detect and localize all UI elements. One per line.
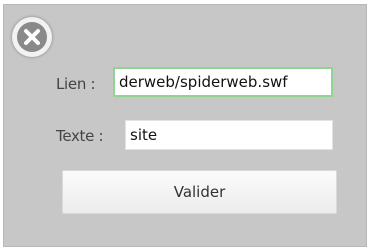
- text-label: Texte :: [56, 127, 104, 145]
- submit-button[interactable]: Valider: [62, 170, 337, 214]
- close-icon: [17, 22, 47, 52]
- link-label: Lien :: [56, 75, 96, 93]
- close-button[interactable]: [12, 17, 52, 57]
- link-dialog: Lien : Texte : Valider: [3, 4, 367, 247]
- text-input[interactable]: [125, 120, 333, 150]
- link-input[interactable]: [113, 67, 333, 97]
